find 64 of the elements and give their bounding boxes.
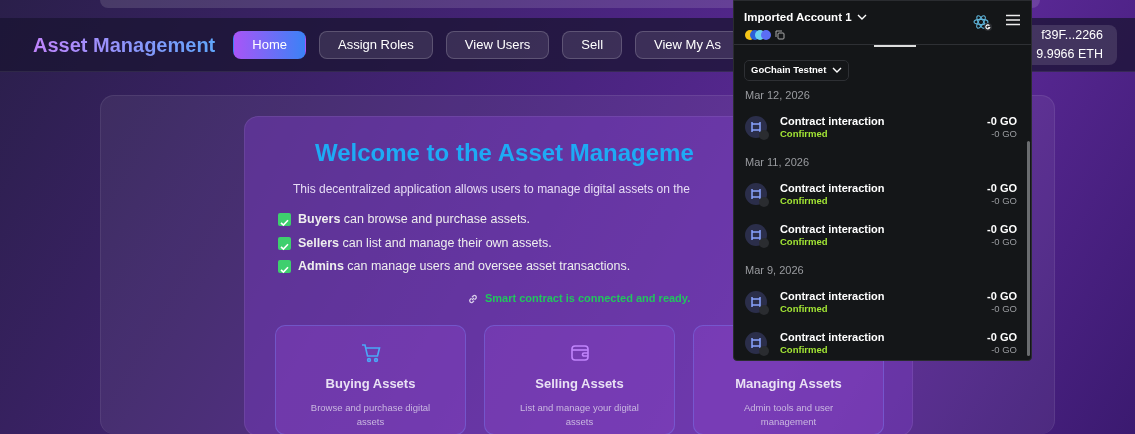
contract-icon [744,330,770,357]
contract-icon [744,181,770,208]
feature-description: List and manage your digital assets [519,401,640,428]
check-icon [278,213,291,227]
contract-icon [744,222,770,249]
wallet-address: f39F...2266 [1041,26,1103,44]
role-text: Buyers can browse and purchase assets. [298,211,531,229]
transaction-title: Contract interaction [780,289,886,303]
account-selector[interactable]: Imported Account 1 [744,9,867,27]
nav-tab[interactable]: View Users [445,30,550,59]
date-heading: Mar 11, 2026 [745,155,810,170]
transaction-fiat: -0 GO [990,194,1017,208]
check-icon [278,260,291,274]
transaction-amount: -0 GO [987,222,1017,236]
transaction-row[interactable]: Contract interaction Confirmed -0 GO -0 GO [734,282,1031,323]
check-icon [278,236,291,250]
welcome-heading: Welcome to the Asset Manageme [315,139,694,168]
role-text: Sellers can list and manage their own assets. [298,234,552,252]
transaction-title: Contract interaction [780,222,886,236]
nav-tab[interactable]: Assign Roles [318,30,433,59]
token-icons [744,29,772,42]
transaction-fiat: -0 GO [990,235,1017,249]
copy-icon[interactable] [775,30,785,41]
transaction-fiat: -0 GO [990,302,1017,316]
transaction-amount: -0 GO [987,181,1017,195]
transaction-row[interactable]: Contract interaction Confirmed -0 GO -0 GO [734,107,1031,148]
wallet-balance: 9.9966 ETH [1036,45,1103,63]
feature-title: Managing Assets [735,374,842,393]
date-heading: Mar 12, 2026 [745,88,811,103]
chevron-icon [832,67,843,74]
contract-icon [744,114,770,141]
transaction-title: Contract interaction [780,330,886,344]
contract-icon [744,289,770,316]
transaction-fiat: -0 GO [990,343,1017,357]
transaction-title: Contract interaction [780,114,886,128]
transaction-status: Confirmed [780,194,829,208]
feature-description: Admin tools and user management [742,401,835,428]
transaction-status: Confirmed [780,127,829,141]
role-text: Admins can manage users and oversee asset transactions. [298,258,631,276]
chevron-icon [856,14,867,22]
transaction-amount: -0 GO [987,289,1017,303]
transaction-amount: -0 GO [987,330,1017,344]
transaction-status: Confirmed [780,343,829,357]
feature-title: Selling Assets [535,374,624,393]
transaction-row[interactable]: Contract interaction Confirmed -0 GO -0 GO [734,215,1031,256]
status-text: Smart contract is connected and ready. [485,291,691,307]
transaction-status: Confirmed [780,235,829,249]
nav-tab[interactable]: Sell [562,30,623,59]
transaction-title: Contract interaction [780,181,886,195]
transaction-status: Confirmed [780,302,829,316]
transaction-fiat: -0 GO [990,127,1017,141]
tab-indicator [874,45,916,47]
transaction-amount: -0 GO [987,114,1017,128]
feature-description: Browse and purchase digital assets [309,401,432,428]
feature-title: Buying Assets [325,374,416,393]
menu-icon[interactable] [1005,14,1021,26]
nav-tab[interactable]: Home [233,30,306,59]
transaction-row[interactable]: Contract interaction Confirmed -0 GO -0 GO [734,174,1031,215]
network-selector[interactable]: GoChain Testnet [744,60,850,81]
transaction-row[interactable]: Contract interaction Confirmed -0 GO -0 GO [734,323,1031,360]
intro-text: This decentralized application allows users to manage digital assets on the [293,180,690,198]
date-heading: Mar 9, 2026 [745,263,805,278]
link-icon [467,292,479,305]
network-atom-icon[interactable] [973,14,993,32]
